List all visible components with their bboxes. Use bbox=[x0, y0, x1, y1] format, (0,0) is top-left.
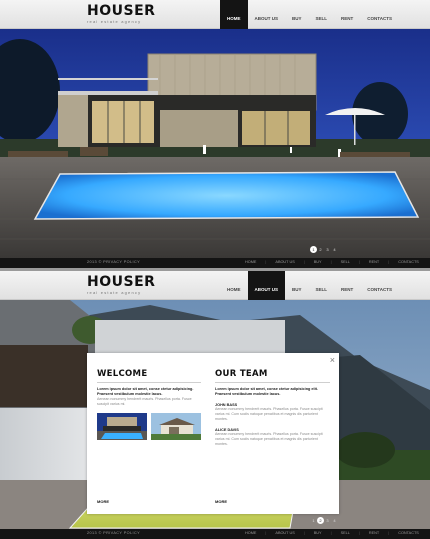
hero-house-pool-image bbox=[0, 29, 430, 258]
pager-3[interactable]: 3 bbox=[324, 246, 331, 253]
pager-2[interactable]: 2 bbox=[317, 517, 324, 524]
header: HOUSER real estate agency HOME ABOUT US … bbox=[0, 271, 430, 300]
member-text: Aenean nonummy hendrerit mauris. Phasell… bbox=[215, 407, 323, 421]
logo-subtitle: real estate agency bbox=[87, 290, 142, 295]
footer-link-home[interactable]: HOME bbox=[245, 260, 256, 264]
logo[interactable]: HOUSER real estate agency bbox=[87, 275, 155, 295]
member-text: Aenean nonummy hendrerit mauris. Phasell… bbox=[215, 432, 323, 446]
nav-buy[interactable]: BUY bbox=[285, 271, 309, 300]
about-modal: × WELCOME Lorem ipsum dolor sit amet, co… bbox=[87, 353, 339, 514]
footer-link-buy[interactable]: BUY bbox=[314, 531, 322, 535]
main-nav: HOME ABOUT US BUY SELL RENT CONTACTS bbox=[220, 271, 399, 300]
thumbnail-pool-night[interactable] bbox=[97, 413, 147, 440]
footer-link-rent[interactable]: RENT bbox=[369, 531, 379, 535]
welcome-title: WELCOME bbox=[97, 369, 201, 383]
thumbnail-house-day[interactable] bbox=[151, 413, 201, 440]
logo-title: HOUSER bbox=[87, 274, 156, 290]
team-lead: Lorem ipsum dolor sit amet, conse ctetur… bbox=[215, 387, 318, 396]
header: HOUSER real estate agency HOME ABOUT US … bbox=[0, 0, 430, 29]
pager-2[interactable]: 2 bbox=[317, 246, 324, 253]
footer: 2013 © PRIVACY POLICY HOME | ABOUT US | … bbox=[0, 529, 430, 539]
footer-link-contacts[interactable]: CONTACTS bbox=[398, 260, 419, 264]
team-member: ALICE DAVIS Aenean nonummy hendrerit mau… bbox=[215, 428, 330, 447]
nav-rent[interactable]: RENT bbox=[334, 271, 360, 300]
slider-pager: 1 2 3 4 bbox=[310, 246, 338, 253]
team-section: OUR TEAM Lorem ipsum dolor sit amet, con… bbox=[215, 369, 330, 447]
team-more-link[interactable]: MORE bbox=[215, 499, 227, 504]
pager-4[interactable]: 4 bbox=[331, 517, 338, 524]
footer: 2013 © PRIVACY POLICY HOME | ABOUT US | … bbox=[0, 258, 430, 268]
footer-link-about[interactable]: ABOUT US bbox=[275, 531, 294, 535]
nav-rent[interactable]: RENT bbox=[334, 0, 360, 29]
welcome-thumbnails bbox=[97, 413, 201, 440]
footer-link-about[interactable]: ABOUT US bbox=[275, 260, 294, 264]
footer-link-contacts[interactable]: CONTACTS bbox=[398, 531, 419, 535]
footer-nav: HOME | ABOUT US | BUY | SELL | RENT | CO… bbox=[245, 531, 419, 535]
pager-4[interactable]: 4 bbox=[331, 246, 338, 253]
nav-home[interactable]: HOME bbox=[220, 0, 248, 29]
nav-contacts[interactable]: CONTACTS bbox=[360, 271, 399, 300]
pager-1[interactable]: 1 bbox=[310, 517, 317, 524]
logo[interactable]: HOUSER real estate agency bbox=[87, 4, 155, 24]
footer-copyright[interactable]: 2013 © PRIVACY POLICY bbox=[87, 260, 140, 264]
pager-1[interactable]: 1 bbox=[310, 246, 317, 253]
nav-sell[interactable]: SELL bbox=[309, 271, 335, 300]
team-title: OUR TEAM bbox=[215, 369, 330, 383]
nav-about-us[interactable]: ABOUT US bbox=[248, 0, 286, 29]
footer-link-home[interactable]: HOME bbox=[245, 531, 256, 535]
nav-buy[interactable]: BUY bbox=[285, 0, 309, 29]
welcome-lead: Lorem ipsum dolor sit amet, conse ctetur… bbox=[97, 387, 194, 396]
footer-nav: HOME | ABOUT US | BUY | SELL | RENT | CO… bbox=[245, 260, 419, 264]
nav-home[interactable]: HOME bbox=[220, 271, 248, 300]
footer-link-sell[interactable]: SELL bbox=[341, 260, 350, 264]
welcome-section: WELCOME Lorem ipsum dolor sit amet, cons… bbox=[97, 369, 201, 440]
footer-link-rent[interactable]: RENT bbox=[369, 260, 379, 264]
footer-copyright[interactable]: 2013 © PRIVACY POLICY bbox=[87, 531, 140, 535]
team-member: JOHN BASS Aenean nonummy hendrerit mauri… bbox=[215, 403, 330, 422]
pager-3[interactable]: 3 bbox=[324, 517, 331, 524]
close-icon[interactable]: × bbox=[330, 356, 335, 365]
slider-pager: 1 2 3 4 bbox=[310, 517, 338, 524]
nav-contacts[interactable]: CONTACTS bbox=[360, 0, 399, 29]
footer-link-sell[interactable]: SELL bbox=[341, 531, 350, 535]
welcome-body: Aenean nonummy hendrerit mauris. Phasell… bbox=[97, 397, 192, 406]
logo-subtitle: real estate agency bbox=[87, 19, 142, 24]
main-nav: HOME ABOUT US BUY SELL RENT CONTACTS bbox=[220, 0, 399, 29]
screen-about: HOUSER real estate agency HOME ABOUT US … bbox=[0, 271, 430, 539]
footer-link-buy[interactable]: BUY bbox=[314, 260, 322, 264]
logo-title: HOUSER bbox=[87, 3, 156, 19]
screen-home: HOUSER real estate agency HOME ABOUT US … bbox=[0, 0, 430, 268]
nav-about-us[interactable]: ABOUT US bbox=[247, 271, 285, 300]
nav-sell[interactable]: SELL bbox=[309, 0, 335, 29]
welcome-more-link[interactable]: MORE bbox=[97, 499, 109, 504]
